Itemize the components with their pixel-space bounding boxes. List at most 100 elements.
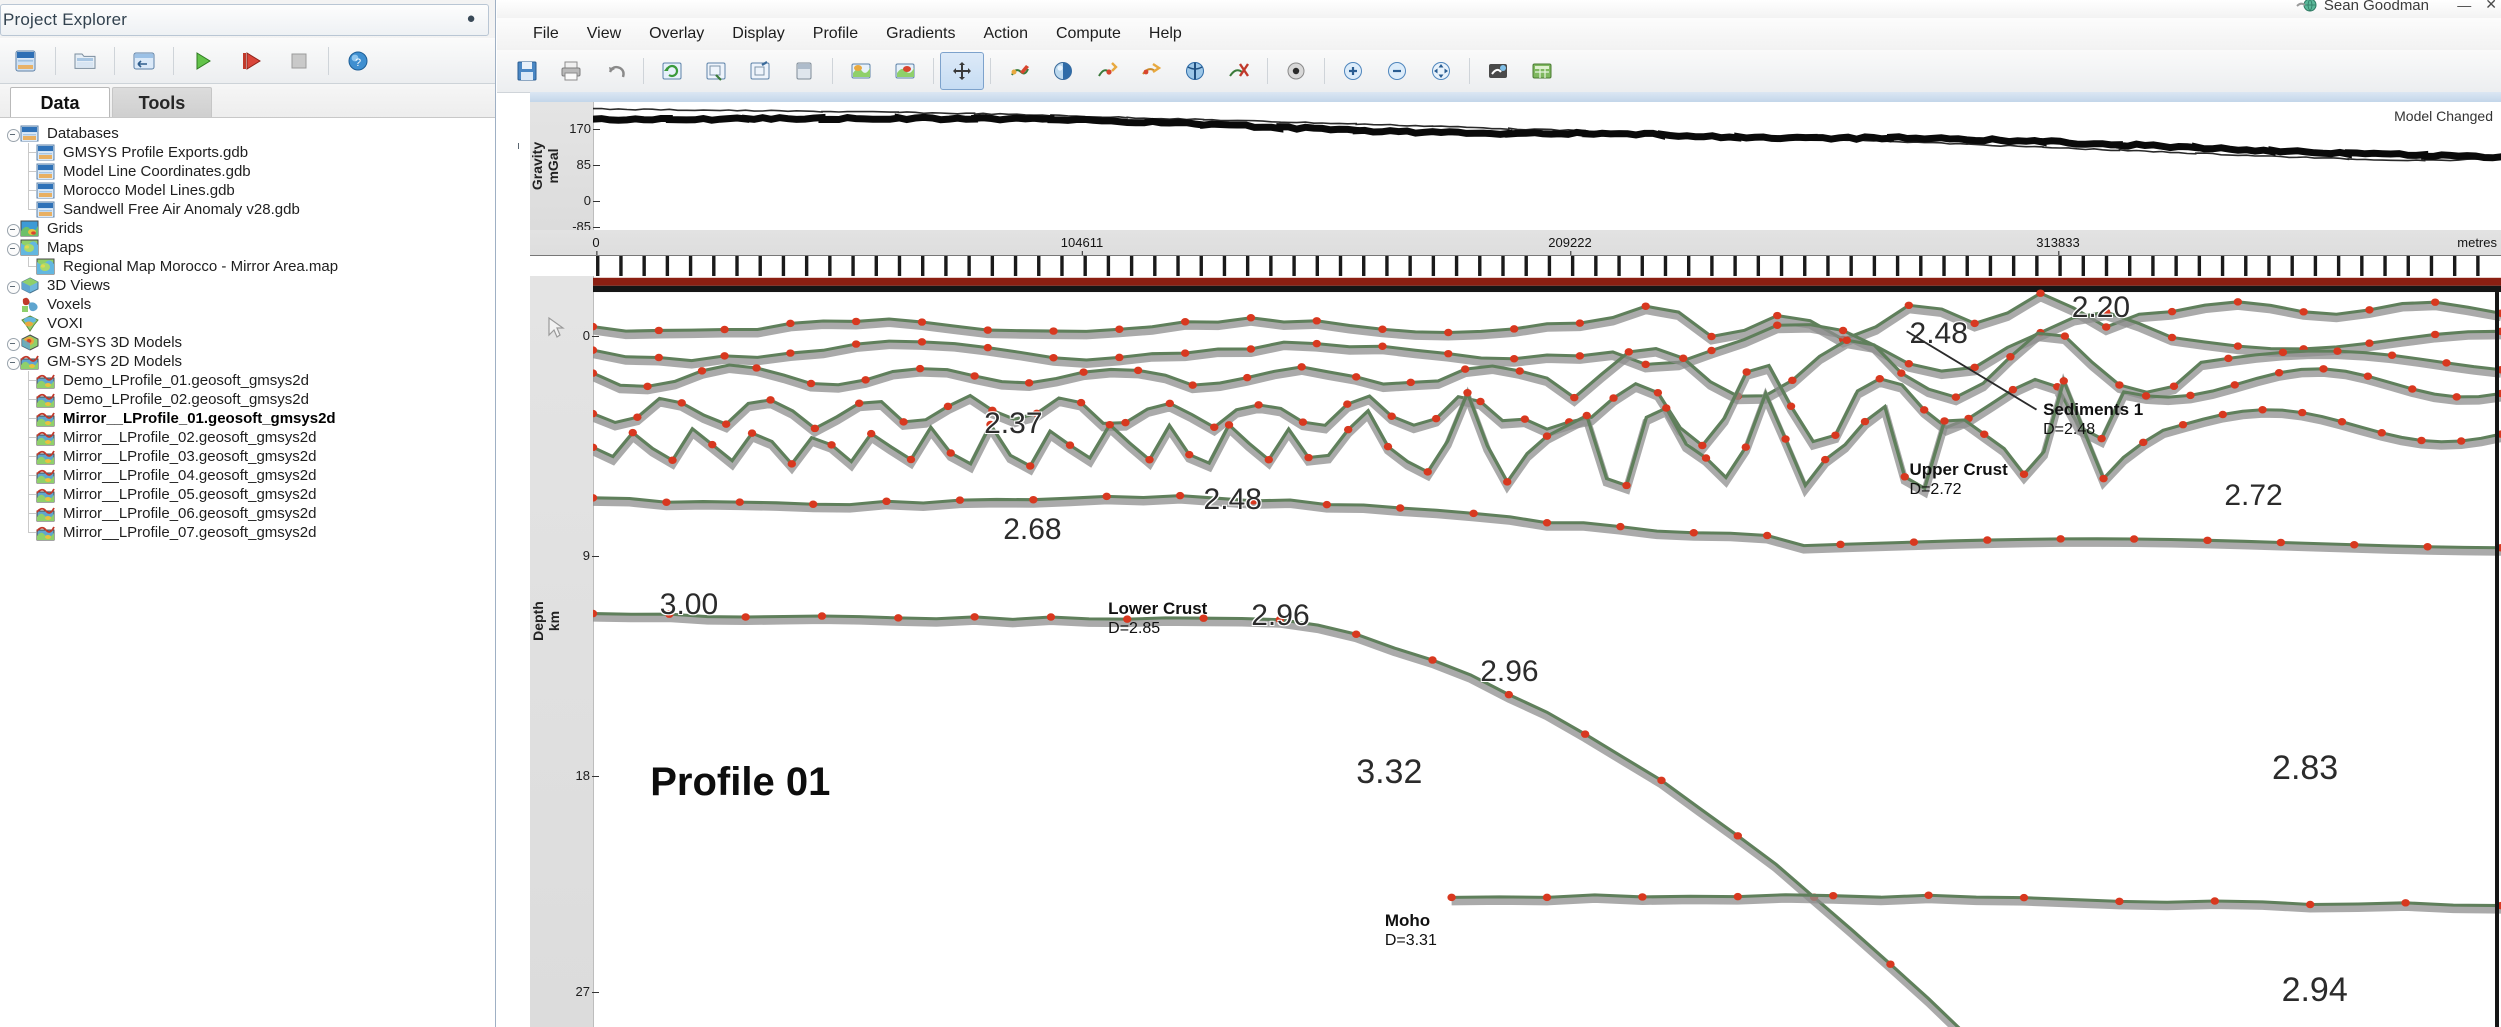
tree-item-label: Databases — [47, 125, 119, 142]
move-tool-button[interactable] — [940, 52, 984, 90]
undo-button[interactable] — [593, 52, 637, 90]
distance-axis: 0 104611 209222 313833 metres — [530, 230, 2501, 277]
project-explorer-panel: Project Explorer ● ? Data Tools Database… — [0, 0, 496, 1027]
tree-item-demo-lprofile-02-geosoft-gmsys2d[interactable]: Demo_LProfile_02.geosoft_gmsys2d — [0, 390, 495, 409]
user-chip[interactable]: Sean Goodman — [2296, 0, 2429, 14]
zoom-out-button[interactable] — [1375, 52, 1419, 90]
run-all-button[interactable] — [227, 40, 275, 82]
tree-item-maps[interactable]: Maps — [0, 238, 495, 257]
model-layers — [593, 277, 2501, 1027]
tree-item-icon — [20, 125, 42, 143]
open-folder-button[interactable] — [61, 40, 109, 82]
inversion-button[interactable] — [1476, 52, 1520, 90]
stop-button[interactable] — [275, 40, 323, 82]
tree-item-grids[interactable]: Grids — [0, 219, 495, 238]
help-button[interactable]: ? — [334, 40, 382, 82]
tree-item-sandwell-free-air-anomaly-v28-gdb[interactable]: Sandwell Free Air Anomaly v28.gdb — [0, 200, 495, 219]
menu-help[interactable]: Help — [1135, 21, 1196, 47]
menu-action[interactable]: Action — [970, 21, 1042, 47]
menu-display[interactable]: Display — [718, 21, 798, 47]
tree-item-voxels[interactable]: Voxels — [0, 295, 495, 314]
print-icon — [561, 61, 581, 81]
pin-icon[interactable]: ● — [464, 11, 478, 27]
tree-item-gmsys-profile-exports-gdb[interactable]: GMSYS Profile Exports.gdb — [0, 143, 495, 162]
tree-connector — [20, 447, 36, 466]
model-cross-section[interactable]: 3.00 2.37 2.68 2.48 2.96 2.96 2.48 2.20 2.72 3.32… — [593, 276, 2501, 1027]
full-view-button[interactable] — [782, 52, 826, 90]
delete-point-icon — [1229, 63, 1249, 77]
tree-item-databases[interactable]: Databases — [0, 124, 495, 143]
tab-tools[interactable]: Tools — [112, 87, 212, 118]
split-block-button[interactable] — [1173, 52, 1217, 90]
menu-view[interactable]: View — [573, 21, 635, 47]
collapse-icon[interactable] — [4, 278, 20, 294]
toolbar-separator — [1469, 58, 1470, 84]
tree-item-voxi[interactable]: VOXI — [0, 314, 495, 333]
minimize-button[interactable]: — — [2457, 0, 2471, 13]
gmsys2d-icon — [36, 431, 55, 446]
tree-item-mirror-lprofile-07-geosoft-gmsys2d[interactable]: Mirror__LProfile_07.geosoft_gmsys2d — [0, 523, 495, 542]
tree-item-3d-views[interactable]: 3D Views — [0, 276, 495, 295]
menu-gradients[interactable]: Gradients — [872, 21, 969, 47]
tree-item-demo-lprofile-01-geosoft-gmsys2d[interactable]: Demo_LProfile_01.geosoft_gmsys2d — [0, 371, 495, 390]
tree-item-mirror-lprofile-02-geosoft-gmsys2d[interactable]: Mirror__LProfile_02.geosoft_gmsys2d — [0, 428, 495, 447]
block-density: D=2.48 — [2043, 420, 2096, 438]
tree-item-gm-sys-3d-models[interactable]: GM-SYS 3D Models — [0, 333, 495, 352]
zoom-out-icon — [1388, 62, 1406, 80]
tree-item-mirror-lprofile-03-geosoft-gmsys2d[interactable]: Mirror__LProfile_03.geosoft_gmsys2d — [0, 447, 495, 466]
tree-item-morocco-model-lines-gdb[interactable]: Morocco Model Lines.gdb — [0, 181, 495, 200]
spreadsheet-button[interactable] — [1520, 52, 1564, 90]
database-icon — [36, 144, 55, 161]
tree-item-mirror-lprofile-01-geosoft-gmsys2d[interactable]: Mirror__LProfile_01.geosoft_gmsys2d — [0, 409, 495, 428]
depth-tick-27: 27 — [575, 984, 600, 999]
tree-item-mirror-lprofile-05-geosoft-gmsys2d[interactable]: Mirror__LProfile_05.geosoft_gmsys2d — [0, 485, 495, 504]
refresh-model-button[interactable] — [650, 52, 694, 90]
new-database-button[interactable] — [2, 40, 50, 82]
import-button[interactable] — [120, 40, 168, 82]
tab-data[interactable]: Data — [10, 87, 110, 118]
menu-file[interactable]: File — [519, 21, 573, 47]
tree-item-mirror-lprofile-06-geosoft-gmsys2d[interactable]: Mirror__LProfile_06.geosoft_gmsys2d — [0, 504, 495, 523]
add-block-button[interactable] — [839, 52, 883, 90]
collapse-icon[interactable] — [4, 335, 20, 351]
move-point-button[interactable] — [1129, 52, 1173, 90]
tree-item-label: Demo_LProfile_01.geosoft_gmsys2d — [63, 372, 309, 389]
globe-icon — [2296, 0, 2317, 12]
density-icon — [1054, 62, 1072, 80]
collapse-icon[interactable] — [4, 240, 20, 256]
tree-item-model-line-coordinates-gdb[interactable]: Model Line Coordinates.gdb — [0, 162, 495, 181]
tree-item-label: Regional Map Morocco - Mirror Area.map — [63, 258, 339, 275]
tree-item-regional-map-morocco-mirror-area-map[interactable]: Regional Map Morocco - Mirror Area.map — [0, 257, 495, 276]
select-button[interactable] — [1274, 52, 1318, 90]
tree-item-gm-sys-2d-models[interactable]: GM-SYS 2D Models — [0, 352, 495, 371]
collapse-icon[interactable] — [4, 221, 20, 237]
print-button[interactable] — [549, 52, 593, 90]
save-button[interactable] — [505, 52, 549, 90]
tree-item-label: Mirror__LProfile_07.geosoft_gmsys2d — [63, 524, 317, 541]
pan-button[interactable] — [1419, 52, 1463, 90]
tree-item-mirror-lprofile-04-geosoft-gmsys2d[interactable]: Mirror__LProfile_04.geosoft_gmsys2d — [0, 466, 495, 485]
model-toolbar — [497, 50, 2501, 93]
density-tool-button[interactable] — [1041, 52, 1085, 90]
copy-block-button[interactable] — [883, 52, 927, 90]
tab-data-label: Data — [40, 92, 80, 113]
inversion-icon — [1489, 64, 1507, 78]
run-button[interactable] — [179, 40, 227, 82]
gmsys2d-icon — [36, 507, 55, 522]
zoom-in-view-button[interactable] — [738, 52, 782, 90]
add-point-button[interactable] — [1085, 52, 1129, 90]
menu-profile[interactable]: Profile — [799, 21, 872, 47]
menu-compute[interactable]: Compute — [1042, 21, 1135, 47]
collapse-icon[interactable] — [4, 354, 20, 370]
close-icon[interactable]: ✕ — [2485, 0, 2497, 13]
edit-block-button[interactable] — [997, 52, 1041, 90]
zoom-out-view-button[interactable] — [694, 52, 738, 90]
menu-overlay[interactable]: Overlay — [635, 21, 718, 47]
collapse-icon[interactable] — [4, 126, 20, 142]
zoom-in-button[interactable] — [1331, 52, 1375, 90]
block-label-lower-crust: Lower Crust D=2.85 — [1108, 599, 1207, 638]
delete-point-button[interactable] — [1217, 52, 1261, 90]
